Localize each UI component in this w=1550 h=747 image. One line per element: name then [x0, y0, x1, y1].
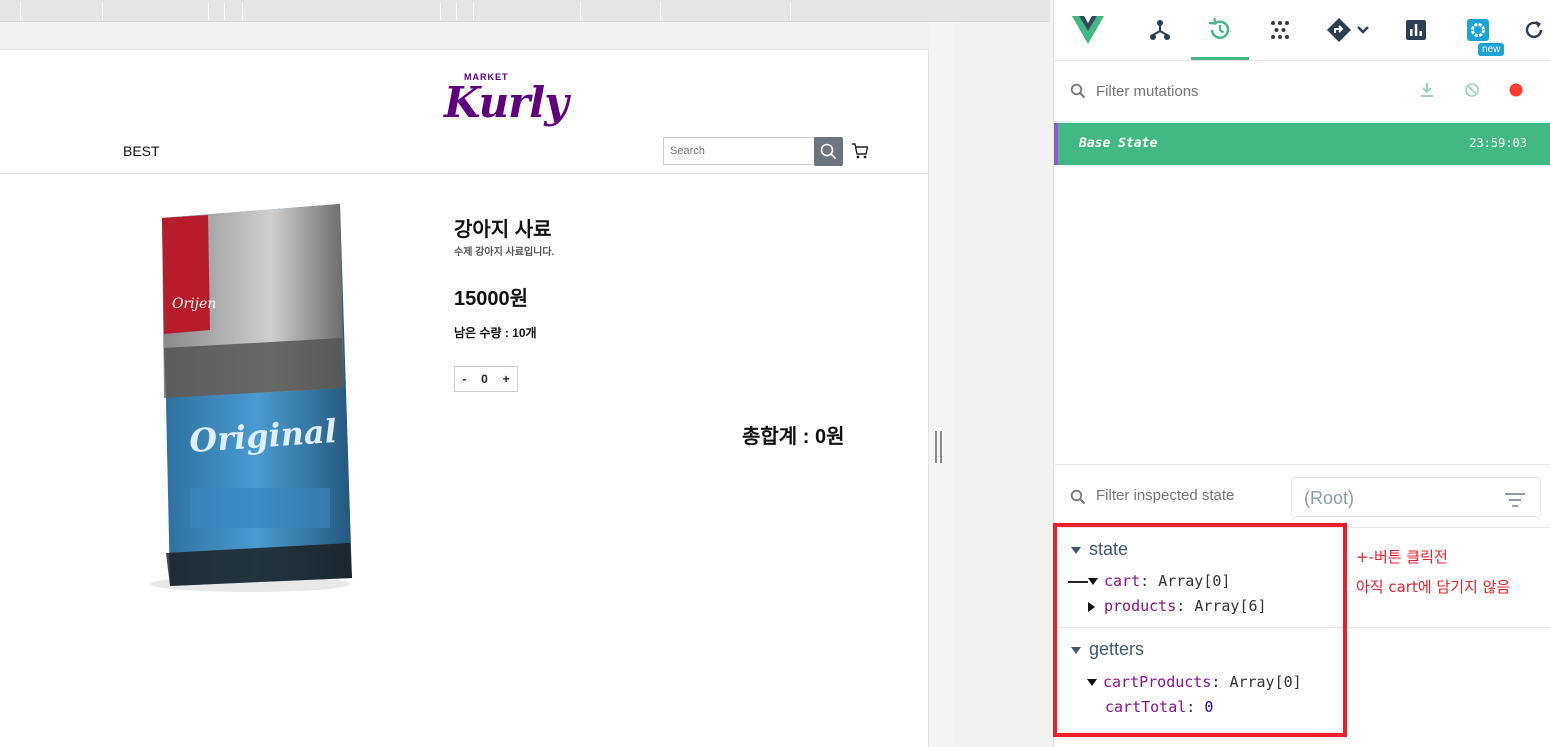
root-select-value: (Root): [1304, 488, 1355, 508]
product-title: 강아지 사료: [454, 219, 552, 241]
quantity-stepper: - 0 +: [454, 366, 518, 392]
filter-list-icon[interactable]: [1504, 491, 1526, 512]
active-tab-indicator: [1191, 57, 1249, 60]
panel-resize-handle[interactable]: [935, 431, 943, 463]
qty-minus-button[interactable]: -: [459, 372, 469, 386]
clear-icon[interactable]: [1463, 81, 1481, 104]
mutations-filter-bar: [1054, 61, 1550, 122]
header-divider: [0, 173, 929, 174]
product-description: 수제 강아지 사료입니다.: [454, 247, 555, 258]
shop-page: MARKET Kurly BEST Search Orijen Original…: [0, 49, 929, 747]
product-image: Orijen Original: [130, 198, 370, 594]
qty-plus-button[interactable]: +: [500, 372, 513, 386]
cart-icon[interactable]: [850, 141, 870, 161]
stock-value: 10개: [512, 326, 537, 340]
page-gutter: [929, 22, 953, 747]
refresh-icon[interactable]: [1516, 12, 1550, 48]
stock-label: 남은 수량 :: [454, 326, 513, 340]
logo-text: Kurly: [444, 78, 569, 127]
qty-value: 0: [481, 372, 488, 386]
events-tab-icon[interactable]: [1262, 12, 1298, 48]
highlight-box: [1053, 523, 1347, 737]
search-input[interactable]: [663, 137, 815, 165]
total-price: 총합계 : 0원: [742, 426, 845, 448]
top-ruler: [0, 0, 1050, 22]
annotation-line-1: +-버튼 클릭전: [1356, 548, 1448, 566]
performance-tab-icon[interactable]: [1398, 12, 1434, 48]
annotation-line-2: 아직 cart에 담기지 않음: [1356, 578, 1511, 596]
vue-logo-icon: [1070, 12, 1106, 48]
filter-mutations-input[interactable]: [1096, 81, 1356, 101]
base-state-time: 23:59:03: [1469, 136, 1527, 150]
record-icon[interactable]: [1508, 82, 1524, 103]
root-select[interactable]: (Root): [1291, 477, 1541, 517]
new-badge: new: [1478, 43, 1505, 56]
base-state-label: Base State: [1079, 136, 1158, 151]
components-tab-icon[interactable]: [1142, 12, 1178, 48]
routing-tab-icon[interactable]: [1324, 12, 1376, 48]
devtools-toolbar: new: [1054, 0, 1550, 61]
base-state-entry[interactable]: Base State 23:59:03: [1054, 123, 1550, 165]
kurly-logo[interactable]: MARKET Kurly: [444, 70, 569, 134]
search-icon: [1070, 489, 1086, 510]
vuex-history-tab-icon[interactable]: [1202, 12, 1238, 48]
search-button[interactable]: [814, 137, 843, 166]
svg-text:Orijen: Orijen: [172, 296, 216, 312]
search-icon: [820, 143, 836, 159]
filter-inspected-state-input[interactable]: [1096, 487, 1286, 504]
product-stock: 남은 수량 : 10개: [454, 324, 537, 341]
download-icon[interactable]: [1418, 81, 1436, 104]
inspector-filter-bar: (Root): [1054, 464, 1550, 528]
nav-best-link[interactable]: BEST: [123, 143, 160, 159]
browser-viewport: MARKET Kurly BEST Search Orijen Original…: [0, 0, 1053, 747]
product-price: 15000원: [454, 288, 529, 310]
search-icon: [1070, 83, 1086, 104]
